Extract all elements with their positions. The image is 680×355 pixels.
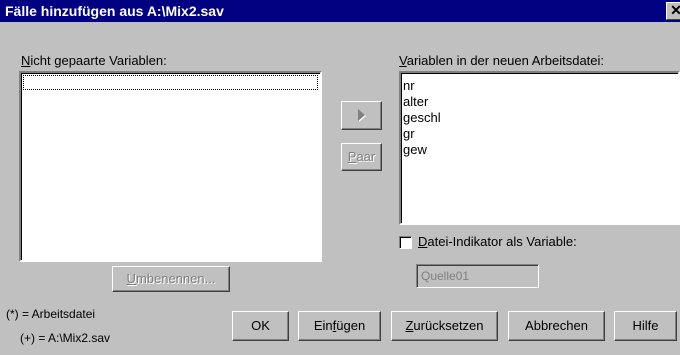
- file-indicator-label[interactable]: Datei-Indikator als Variable:: [418, 234, 577, 249]
- pair-button[interactable]: Paar: [341, 143, 382, 171]
- window-title: Fälle hinzufügen aus A:\Mix2.sav: [5, 3, 224, 19]
- legend-working-file: (*) = Arbeitsdatei: [6, 307, 96, 321]
- new-file-variables-list[interactable]: nr alter geschl gr gew: [399, 71, 680, 225]
- close-button[interactable]: ✕: [666, 2, 680, 20]
- rename-button[interactable]: Umbenennen...: [112, 266, 230, 292]
- title-bar[interactable]: Fälle hinzufügen aus A:\Mix2.sav ✕: [0, 0, 680, 22]
- indicator-name-value: Quelle01: [421, 269, 470, 283]
- cancel-button[interactable]: Abbrechen: [508, 311, 605, 341]
- right-triangle-icon: [358, 109, 365, 121]
- unpaired-variables-list[interactable]: [19, 71, 322, 262]
- unpaired-variables-label: Nicht gepaarte Variablen:: [21, 53, 167, 68]
- move-right-button[interactable]: [341, 101, 382, 130]
- list-item[interactable]: gr: [403, 126, 415, 141]
- help-button[interactable]: Hilfe: [614, 311, 677, 341]
- list-item[interactable]: nr: [403, 78, 415, 93]
- list-item[interactable]: geschl: [403, 110, 441, 125]
- paste-button[interactable]: Einfügen: [298, 311, 381, 341]
- file-indicator-checkbox[interactable]: [399, 236, 412, 249]
- ok-button[interactable]: OK: [232, 311, 289, 341]
- new-file-variables-label: Variablen in der neuen Arbeitsdatei:: [399, 53, 605, 68]
- dialog-window: Fälle hinzufügen aus A:\Mix2.sav ✕ Nicht…: [0, 0, 680, 355]
- list-item[interactable]: gew: [403, 142, 427, 157]
- list-focus-row: [23, 75, 318, 90]
- reset-button[interactable]: Zurücksetzen: [391, 311, 498, 341]
- indicator-name-field[interactable]: Quelle01: [416, 264, 539, 288]
- close-icon: ✕: [670, 2, 680, 18]
- list-item[interactable]: alter: [403, 94, 428, 109]
- legend-source-file: (+) = A:\Mix2.sav: [20, 331, 111, 345]
